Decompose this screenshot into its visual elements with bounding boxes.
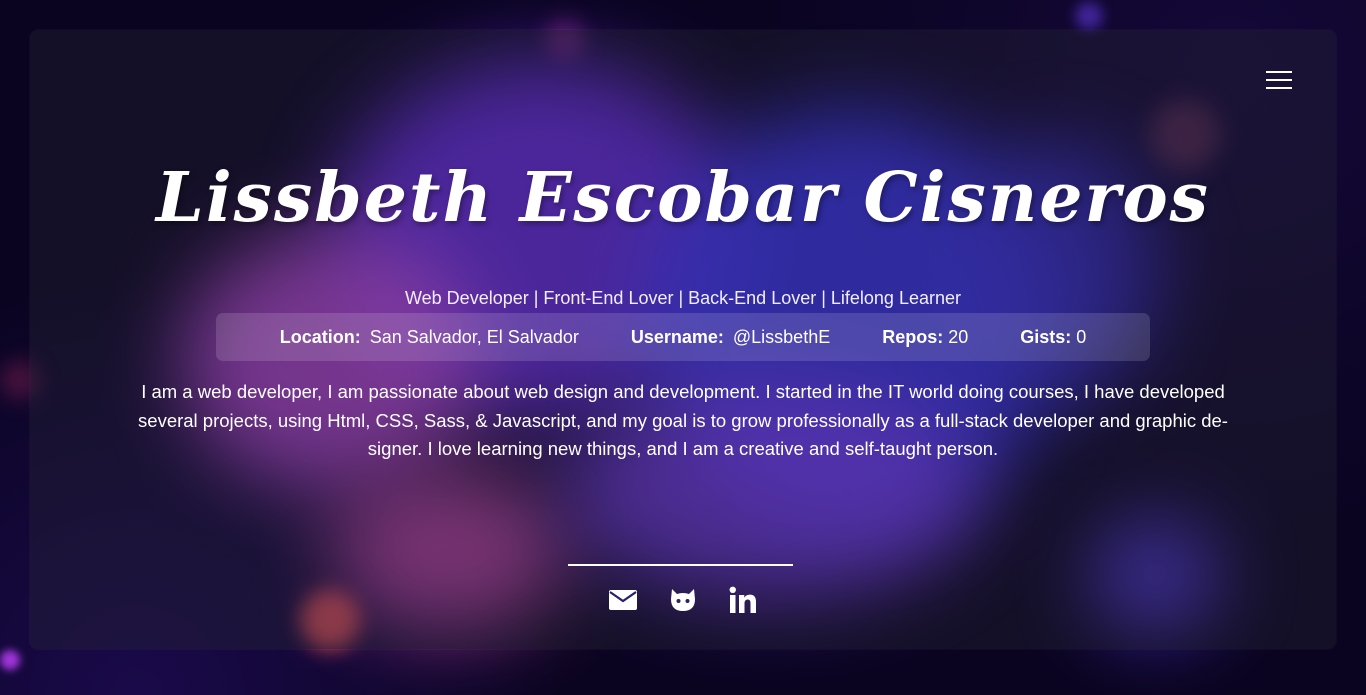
repos-label: Repos: — [882, 326, 944, 347]
social-links — [30, 585, 1336, 615]
location-value: San Salvador, El Salvador — [369, 326, 579, 347]
linkedin-link[interactable] — [728, 585, 758, 615]
gists-label: Gists: — [1020, 326, 1072, 347]
menu-line — [1266, 71, 1292, 73]
repos-info: Repos: 20 — [882, 327, 968, 348]
username-info: Username: @LissbethE — [631, 327, 830, 348]
gists-value: 0 — [1076, 326, 1087, 347]
repos-value: 20 — [948, 326, 969, 347]
location-info: Location: San Salvador, El Salvador — [280, 327, 579, 348]
profile-card: Lissbeth Escobar Cisneros Web Developer … — [30, 30, 1336, 649]
location-label: Location: — [279, 326, 361, 347]
profile-info-bar: Location: San Salvador, El Salvador User… — [216, 313, 1150, 361]
email-link[interactable] — [608, 585, 638, 615]
envelope-icon — [609, 590, 637, 610]
divider — [568, 564, 793, 566]
bokeh-blob — [0, 650, 20, 670]
hamburger-menu-icon[interactable] — [1266, 70, 1294, 90]
github-link[interactable] — [668, 585, 698, 615]
profile-tagline: Web Developer | Front-End Lover | Back-E… — [405, 288, 961, 308]
github-icon — [671, 589, 695, 611]
bokeh-blob — [1075, 2, 1103, 30]
username-label: Username: — [630, 326, 724, 347]
menu-line — [1266, 79, 1292, 81]
gists-info: Gists: 0 — [1020, 327, 1086, 348]
linkedin-icon — [729, 586, 756, 613]
username-value: @LissbethE — [732, 326, 831, 347]
profile-name: Lissbeth Escobar Cisneros — [156, 158, 1210, 238]
menu-line — [1266, 87, 1292, 89]
profile-bio: I am a web developer, I am passionate ab… — [138, 381, 1228, 459]
